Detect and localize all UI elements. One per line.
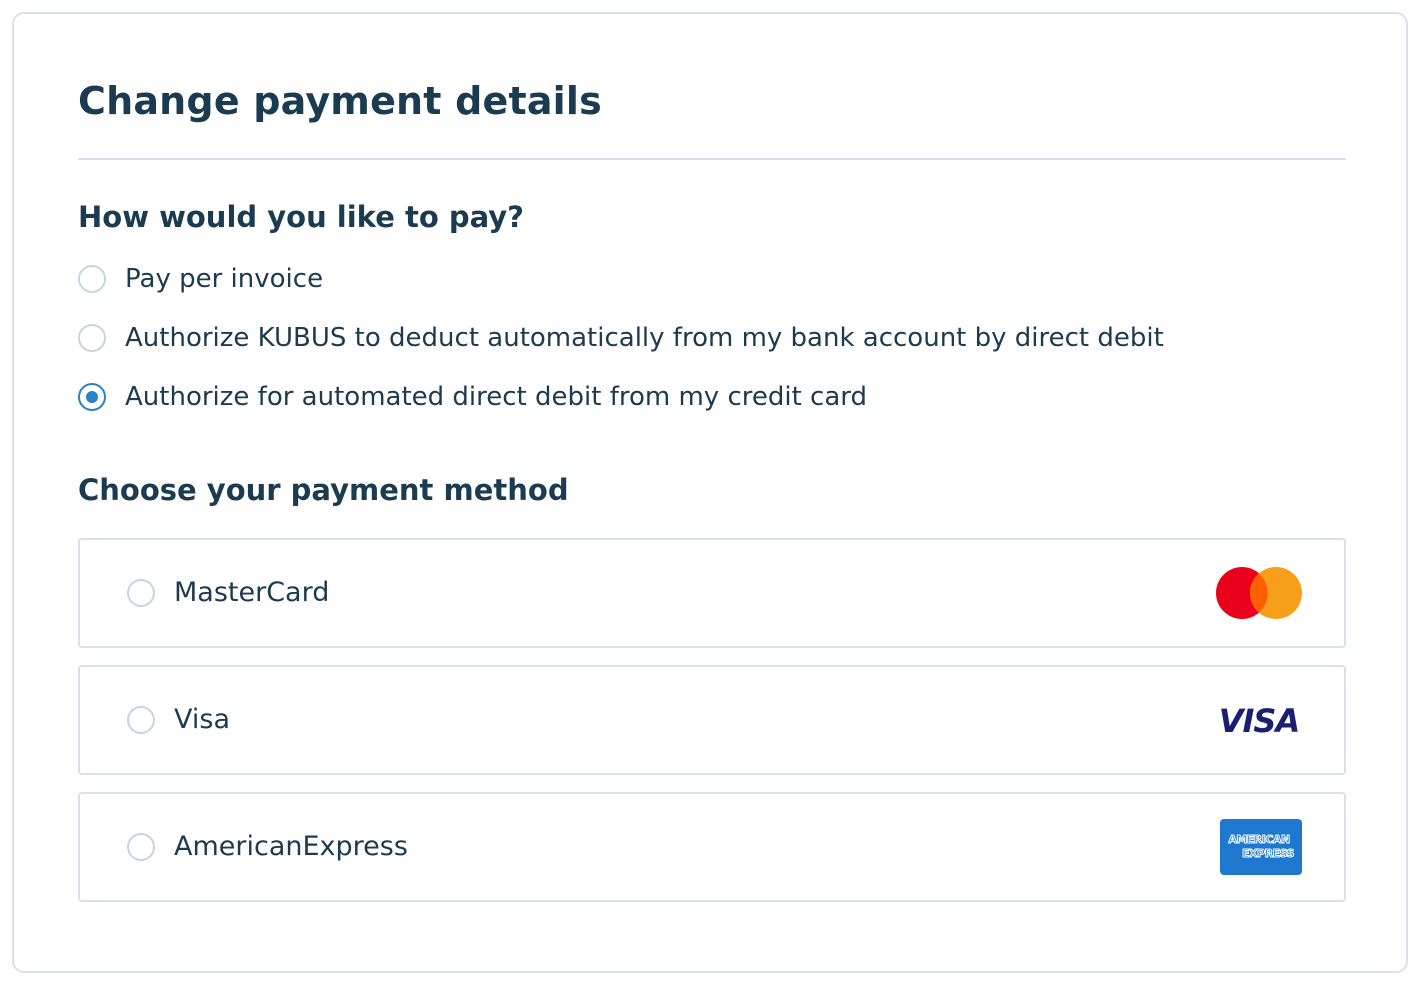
pay-option-credit-card-debit[interactable]: Authorize for automated direct debit fro… — [78, 379, 867, 415]
divider — [78, 158, 1346, 160]
payment-card: Change payment details How would you lik… — [12, 12, 1408, 973]
pay-section-heading: How would you like to pay? — [78, 200, 525, 234]
page-title: Change payment details — [78, 79, 602, 123]
radio-amex[interactable] — [127, 833, 155, 861]
amex-logo-text: EXPRESS — [1242, 847, 1295, 861]
pay-option-label: Authorize KUBUS to deduct automatically … — [125, 323, 1164, 353]
radio-credit-card-debit[interactable] — [78, 383, 106, 411]
method-label: AmericanExpress — [174, 831, 408, 862]
pay-option-label: Authorize for automated direct debit fro… — [125, 382, 868, 412]
pay-option-bank-direct-debit[interactable]: Authorize KUBUS to deduct automatically … — [78, 320, 1164, 356]
method-label: Visa — [174, 704, 230, 735]
radio-bank-direct-debit[interactable] — [78, 324, 106, 352]
amex-logo-text: AMERICAN — [1228, 833, 1291, 847]
mastercard-logo-icon — [1216, 566, 1302, 620]
visa-logo-icon: VISA — [1216, 703, 1302, 737]
visa-logo-text: VISA — [1219, 703, 1299, 737]
method-section-heading: Choose your payment method — [78, 473, 569, 507]
radio-mastercard[interactable] — [127, 579, 155, 607]
pay-option-label: Pay per invoice — [125, 264, 324, 294]
pay-option-invoice[interactable]: Pay per invoice — [78, 261, 323, 297]
method-option-visa[interactable]: Visa VISA — [78, 665, 1346, 775]
radio-visa[interactable] — [127, 706, 155, 734]
method-option-amex[interactable]: AmericanExpress AMERICAN EXPRESS — [78, 792, 1346, 902]
amex-logo-icon: AMERICAN EXPRESS — [1220, 819, 1302, 875]
method-option-mastercard[interactable]: MasterCard — [78, 538, 1346, 648]
method-label: MasterCard — [174, 577, 330, 608]
radio-pay-per-invoice[interactable] — [78, 265, 106, 293]
